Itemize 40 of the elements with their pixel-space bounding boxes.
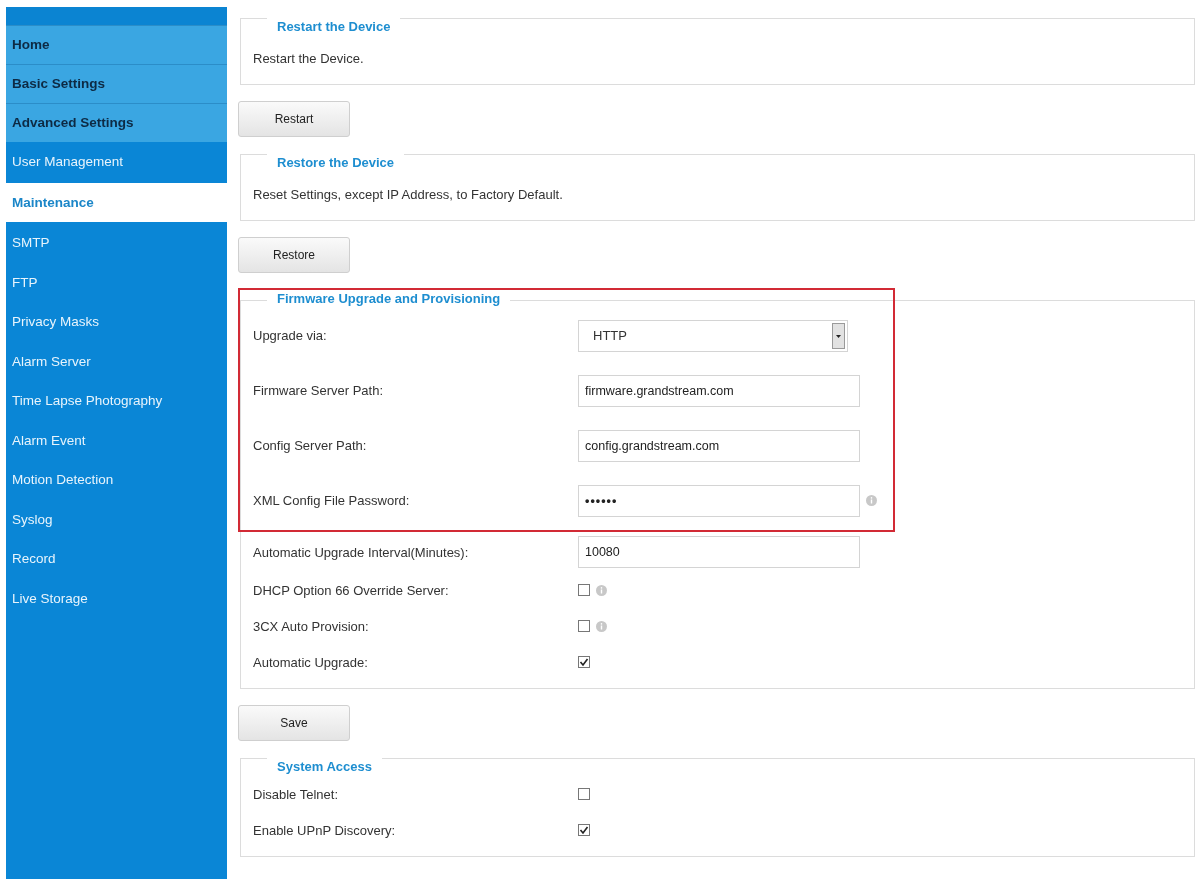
field-label: Disable Telnet:	[253, 786, 340, 802]
sidebar-item[interactable]: Advanced Settings	[6, 103, 227, 142]
action-button[interactable]: Restore	[238, 237, 350, 273]
sidebar-item[interactable]: Time Lapse Photography	[6, 381, 227, 421]
checkbox[interactable]	[578, 788, 590, 800]
sidebar-item[interactable]: Live Storage	[6, 578, 227, 618]
upgrade-select[interactable]: HTTP	[578, 319, 848, 352]
field-label: DHCP Option 66 Override Server:	[253, 582, 450, 598]
sidebar-item[interactable]: Privacy Masks	[6, 302, 227, 342]
field-label: Upgrade via:	[253, 328, 328, 343]
sidebar-item[interactable]: Home	[6, 25, 227, 64]
password-field[interactable]: ••••••	[578, 484, 860, 517]
section-title: System Access	[267, 758, 382, 776]
sidebar-item[interactable]: Alarm Event	[6, 420, 227, 460]
checkbox[interactable]	[578, 656, 590, 668]
action-button[interactable]: Save	[238, 705, 350, 741]
sidebar-item[interactable]: Alarm Server	[6, 341, 227, 381]
field-label: Config Server Path:	[253, 438, 368, 453]
input-field[interactable]: firmware.grandstream.com	[578, 374, 860, 407]
input-field[interactable]: 10080	[578, 536, 860, 568]
sidebar-item[interactable]: Syslog	[6, 499, 227, 539]
sidebar-item[interactable]: Motion Detection	[6, 460, 227, 500]
field-label: Enable UPnP Discovery:	[253, 822, 397, 838]
field-label: Firmware Server Path:	[253, 383, 385, 398]
description-text: Restart the Device.	[253, 50, 364, 66]
sidebar-item[interactable]: Basic Settings	[6, 64, 227, 103]
sidebar-item[interactable]: Record	[6, 539, 227, 579]
checkbox[interactable]	[578, 824, 590, 836]
sidebar-item[interactable]: FTP	[6, 262, 227, 302]
field-label: Automatic Upgrade Interval(Minutes):	[253, 544, 470, 560]
checkbox[interactable]	[578, 584, 590, 596]
field-label: Automatic Upgrade:	[253, 654, 369, 670]
sidebar-item[interactable]: SMTP	[6, 223, 227, 263]
field-label: XML Config File Password:	[253, 493, 411, 508]
input-field[interactable]: config.grandstream.com	[578, 429, 860, 462]
action-button[interactable]: Restart	[238, 101, 350, 137]
checkbox[interactable]	[578, 620, 590, 632]
description-text: Reset Settings, except IP Address, to Factory Default.	[253, 186, 563, 202]
field-label: 3CX Auto Provision:	[253, 618, 370, 634]
sidebar-item[interactable]: User Management	[6, 142, 227, 182]
